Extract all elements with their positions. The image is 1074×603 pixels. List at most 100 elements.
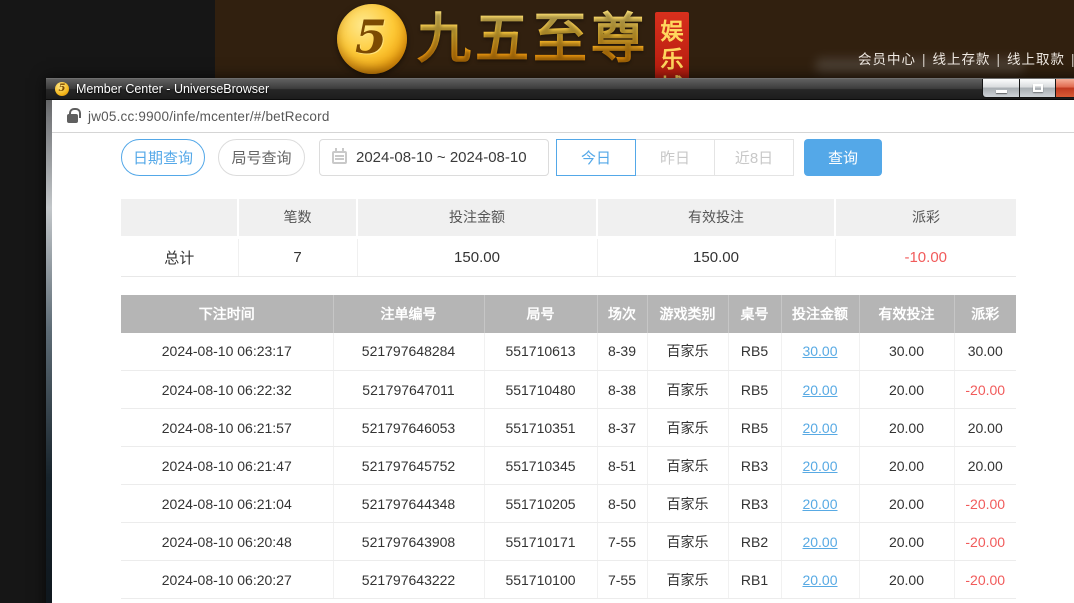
quick-range-group: 今日 昨日 近8日 [557,139,794,176]
column-header: 游戏类别 [647,295,728,333]
round-number: 551710345 [484,447,597,485]
bet-id: 521797646053 [333,409,484,447]
bet-amount-link[interactable]: 30.00 [802,343,837,359]
summary-bet-amount: 150.00 [357,237,597,276]
bet-payout: -20.00 [954,371,1016,409]
bet-payout: -20.00 [954,485,1016,523]
bet-payout: 20.00 [954,409,1016,447]
bet-records-table: 下注时间注单编号局号场次游戏类别桌号投注金额有效投注派彩 2024-08-10 … [121,295,1016,600]
table-row: 2024-08-10 06:20:48 521797643908 5517101… [121,523,1016,561]
game-type: 百家乐 [647,447,728,485]
bet-amount-cell: 20.00 [781,371,859,409]
browser-window: 5 Member Center - UniverseBrowser ✕ jw05… [46,78,1074,603]
round-number: 551710480 [484,371,597,409]
bet-amount-link[interactable]: 20.00 [802,572,837,588]
session: 7-55 [597,523,647,561]
table-number: RB5 [728,333,781,371]
page-content: 日期查询 局号查询 2024-08-10 ~ 2024-08-10 今日 昨日 … [52,133,1074,603]
round-number: 551710351 [484,409,597,447]
nav-link[interactable]: 线上取款 [1007,52,1065,67]
table-number: RB1 [728,561,781,599]
bet-amount-cell: 20.00 [781,409,859,447]
bet-amount-link[interactable]: 20.00 [802,534,837,550]
bet-amount-link[interactable]: 20.00 [802,420,837,436]
game-type: 百家乐 [647,409,728,447]
yesterday-button[interactable]: 昨日 [635,139,715,176]
address-bar[interactable]: jw05.cc:9900/infe/mcenter/#/betRecord [52,100,1074,133]
logo-5-icon: 5 [337,4,407,74]
column-header: 有效投注 [597,199,835,237]
minimize-icon [996,90,1007,93]
summary-valid-bet: 150.00 [597,237,835,276]
table-row: 2024-08-10 06:23:17 521797648284 5517106… [121,333,1016,371]
game-type: 百家乐 [647,561,728,599]
url-text[interactable]: jw05.cc:9900/infe/mcenter/#/betRecord [88,109,330,124]
date-range-value: 2024-08-10 ~ 2024-08-10 [356,149,527,166]
column-header: 投注金额 [781,295,859,333]
valid-bet: 20.00 [859,485,954,523]
column-header: 局号 [484,295,597,333]
bet-time: 2024-08-10 06:21:04 [121,485,333,523]
badge-char: 乐 [661,45,684,73]
top-nav: 会员中心|线上存款|线上取款|一 [858,48,1074,68]
summary-header-row: 笔数 投注金额 有效投注 派彩 [121,199,1016,237]
session: 7-55 [597,561,647,599]
bet-amount-cell: 20.00 [781,561,859,599]
bet-amount-link[interactable]: 20.00 [802,458,837,474]
date-range-input[interactable]: 2024-08-10 ~ 2024-08-10 [319,139,549,176]
column-header: 场次 [597,295,647,333]
bet-amount-cell: 30.00 [781,333,859,371]
bet-time: 2024-08-10 06:22:32 [121,371,333,409]
window-titlebar[interactable]: 5 Member Center - UniverseBrowser ✕ [46,78,1074,100]
bet-time: 2024-08-10 06:20:27 [121,561,333,599]
session: 8-38 [597,371,647,409]
today-button[interactable]: 今日 [556,139,636,176]
bet-amount-link[interactable]: 20.00 [802,496,837,512]
bet-id: 521797647011 [333,371,484,409]
bet-amount-cell: 20.00 [781,485,859,523]
game-type: 百家乐 [647,523,728,561]
table-number: RB3 [728,485,781,523]
nav-link[interactable]: 会员中心 [858,52,916,67]
column-header [121,199,238,237]
minimize-button[interactable] [982,79,1020,98]
badge-char: 娱 [661,17,684,45]
valid-bet: 20.00 [859,409,954,447]
round-number: 551710613 [484,333,597,371]
calendar-icon [332,151,347,164]
column-header: 派彩 [835,199,1016,237]
screen: 5 九五至尊 娱乐城 会员中心|线上存款|线上取款|一 5 Member Cen… [0,0,1074,603]
bet-id: 521797648284 [333,333,484,371]
table-number: RB3 [728,447,781,485]
bet-amount-link[interactable]: 20.00 [802,382,837,398]
valid-bet: 20.00 [859,523,954,561]
bet-amount-cell: 20.00 [781,447,859,485]
close-button[interactable]: ✕ [1055,79,1074,98]
table-number: RB5 [728,409,781,447]
bet-time: 2024-08-10 06:21:57 [121,409,333,447]
round-query-tab[interactable]: 局号查询 [218,139,305,176]
bet-payout: 20.00 [954,447,1016,485]
window-logo-icon: 5 [55,82,69,96]
date-query-tab[interactable]: 日期查询 [121,139,205,176]
maximize-icon [1033,84,1043,92]
round-number: 551710100 [484,561,597,599]
bet-table-body: 2024-08-10 06:23:17 521797648284 5517106… [121,333,1016,599]
round-number: 551710171 [484,523,597,561]
session: 8-39 [597,333,647,371]
bet-id: 521797645752 [333,447,484,485]
column-header: 派彩 [954,295,1016,333]
round-number: 551710205 [484,485,597,523]
column-header: 笔数 [238,199,357,237]
summary-total-row: 总计 7 150.00 150.00 -10.00 [121,237,1016,276]
window-controls: ✕ [983,79,1074,98]
last-8-days-button[interactable]: 近8日 [714,139,794,176]
search-button[interactable]: 查询 [804,139,882,176]
maximize-button[interactable] [1019,79,1056,98]
bet-id: 521797643222 [333,561,484,599]
nav-link[interactable]: 线上存款 [933,52,991,67]
table-row: 2024-08-10 06:22:32 521797647011 5517104… [121,371,1016,409]
table-number: RB5 [728,371,781,409]
table-row: 2024-08-10 06:20:27 521797643222 5517101… [121,561,1016,599]
valid-bet: 20.00 [859,447,954,485]
